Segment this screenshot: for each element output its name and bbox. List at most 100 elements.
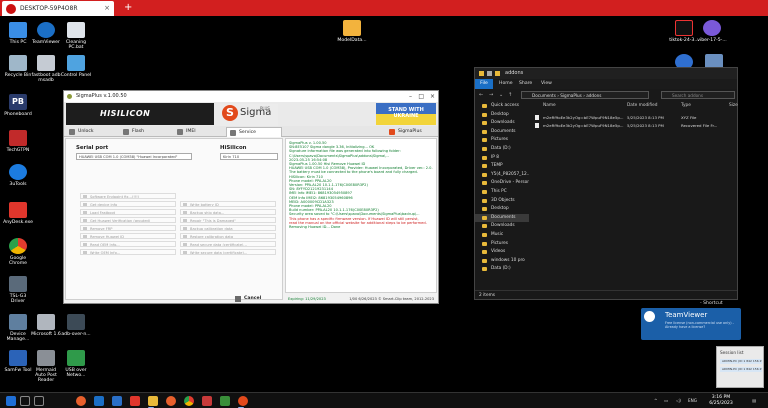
backup-ship-data-button[interactable]: Backup ship data... [180,209,276,215]
teamviewer-panel[interactable]: TeamViewer Free license (non-commercial … [641,308,741,340]
close-tab-icon[interactable]: × [104,1,110,16]
file-row[interactable]: m2eRf9oEe3k2yOg=bE7WpuF9N18e5p... 5/25/2… [531,122,737,129]
address-bar[interactable]: Documents › SigmaPlus › addons [521,91,649,99]
nav-item[interactable]: Desktop [475,205,529,214]
tray-chevron-icon[interactable]: ^ [654,393,658,408]
column-size[interactable]: Size [729,102,738,110]
search-icon[interactable] [20,396,30,406]
start-icon[interactable] [6,396,16,406]
nav-item[interactable]: Pictures [475,240,529,249]
desktop-icon-techgtpn[interactable]: TechGTPN [2,130,34,153]
desktop-icon-tsl-driver[interactable]: TSL-G3 Driver [2,276,34,304]
nav-item[interactable]: IP 8 [475,154,529,163]
nav-item[interactable]: Videos [475,248,529,257]
recent-chevron-icon[interactable]: ⌄ [499,89,503,101]
nav-item[interactable]: Y5(4_P82057_12... [475,171,529,180]
desktop-icon-mermaid[interactable]: Mermaid Auto Post Reader [30,350,62,383]
nav-item[interactable]: Music [475,231,529,240]
nav-item[interactable]: Data (D:) [475,265,529,274]
desktop-icon-modeldata[interactable]: ModelData... [336,20,368,43]
read-secure-data-button[interactable]: Read secure data (certificate)... [180,241,276,247]
nav-item[interactable]: Downloads [475,119,529,128]
desktop-icon-phoneboard[interactable]: PB Phoneboard [2,94,34,117]
desktop-icon-control-panel[interactable]: Control Panel [60,55,92,78]
tab-unlock[interactable]: Unlock [66,127,118,137]
column-date-modified[interactable]: Date modified [627,102,657,110]
backup-calibration-button[interactable]: Backup calibration data [180,225,276,231]
ribbon-view-tab[interactable]: View [541,79,552,89]
ribbon-home-tab[interactable]: Home [499,79,513,89]
repair-damaged-button[interactable]: Repair "This is Damaged" [180,217,276,223]
search-input[interactable]: Search addons [661,91,735,99]
nav-item[interactable]: 3D Objects [475,197,529,206]
remove-frp-button[interactable]: Remove FRP [80,225,176,231]
file-row[interactable]: m2eRf9oEe3k2yOg=bE7WpuF9N18e5p... 5/25/2… [531,114,737,121]
edge-icon[interactable] [94,396,104,406]
ribbon-share-tab[interactable]: Share [519,79,532,89]
tab-sigmaplus[interactable]: SigmaPlus [386,127,436,137]
tab-service[interactable]: Service [226,127,282,137]
add-tab-button[interactable]: + [124,0,132,16]
chipset-select[interactable]: Kirin 710 [220,153,278,160]
read-oem-info-button[interactable]: Read OEM Info... [80,241,176,247]
volume-icon[interactable]: ◁) [676,393,681,408]
anydesk-taskbar-icon[interactable] [130,396,140,406]
desktop-icon-fastboot[interactable]: fastboot adb msadb [30,55,62,83]
remove-huawei-id-button[interactable]: Remove Huawei ID [80,233,176,239]
desktop-icon-anydesk[interactable]: AnyDesk.exe [2,202,34,225]
nav-item[interactable]: Desktop [475,111,529,120]
tab-imei[interactable]: IMEI [174,127,226,137]
notifications-icon[interactable]: ▤ [752,393,756,408]
nav-item[interactable]: Documents [475,213,529,223]
session-row[interactable]: ADMIN-PC (ID 1 842 156 253) [720,367,762,372]
file-explorer-icon[interactable] [148,396,158,406]
nav-item[interactable]: Downloads [475,222,529,231]
desktop-icon-chrome[interactable]: Google Chrome [2,238,34,266]
column-type[interactable]: Type [681,102,691,110]
desktop-icon-viber[interactable]: viber-17-5-... [696,20,728,43]
desktop-icon-usb-over-network[interactable]: USB over Netwo... [60,350,92,378]
nav-item[interactable]: Pictures [475,136,529,145]
nav-item[interactable]: Documents [475,128,529,137]
get-huawei-verification-button[interactable]: Get Huawei Verification (grouted) [80,217,176,223]
ribbon-file-tab[interactable]: File [475,79,493,89]
tab-flash[interactable]: Flash [120,127,172,137]
nav-item[interactable]: Data (D:) [475,145,529,154]
restore-calibration-button[interactable]: Restore calibration data [180,233,276,239]
nav-item[interactable]: TEMP [475,162,529,171]
minimize-icon[interactable]: – [409,91,412,102]
clock[interactable]: 3:16 PM 6/25/2023 [704,395,738,407]
app-taskbar-icon[interactable] [202,396,212,406]
sigmaplus-taskbar-icon[interactable] [238,396,248,406]
get-device-info-button[interactable]: Get device info [80,201,176,207]
maximize-icon[interactable]: □ [418,91,424,102]
back-arrow-icon[interactable]: ← [479,89,483,101]
nav-item[interactable]: windows 10 pro [475,257,529,266]
nav-item[interactable]: Quick access [475,102,529,111]
session-tab[interactable]: DESKTOP-59P4O8R × [2,1,114,16]
network-icon[interactable]: ▭ [664,393,668,408]
chrome-taskbar-icon[interactable] [184,396,194,406]
language-indicator[interactable]: ENG [688,393,697,408]
app-taskbar-icon[interactable] [220,396,230,406]
column-name[interactable]: Name [543,102,556,110]
desktop-icon-3utools[interactable]: 3uTools [2,164,34,187]
forward-arrow-icon[interactable]: → [489,89,493,101]
app-taskbar-icon[interactable] [166,396,176,406]
nav-item[interactable]: This PC [475,188,529,197]
up-arrow-icon[interactable]: ↑ [508,89,512,101]
software-endpoint-fix-button[interactable]: Software Endpoint fix...(!!!) [80,193,176,199]
task-view-icon[interactable] [34,396,44,406]
load-fastboot-button[interactable]: Load Fastboot [80,209,176,215]
close-icon[interactable]: × [430,91,435,102]
nav-item[interactable]: OneDrive - Person... [475,179,529,188]
teamviewer-taskbar-icon[interactable] [112,396,122,406]
session-row[interactable]: ADMIN-PC (ID 1 842 156 253) [720,359,762,364]
write-oem-info-button[interactable]: Write OEM Info... [80,249,176,255]
desktop-icon-adb-over-network[interactable]: adb-over-n... [60,314,92,337]
desktop-icon-teamviewer[interactable]: TeamViewer [30,22,62,45]
firefox-icon[interactable] [76,396,86,406]
serial-port-select[interactable]: HUAWEI USB COM 1.0 (COM38) "Huawei Incor… [76,153,192,160]
desktop-icon-cleaning-pc[interactable]: Cleaning PC.bat [60,22,92,50]
write-battery-id-button[interactable]: Write battery ID [180,201,276,207]
